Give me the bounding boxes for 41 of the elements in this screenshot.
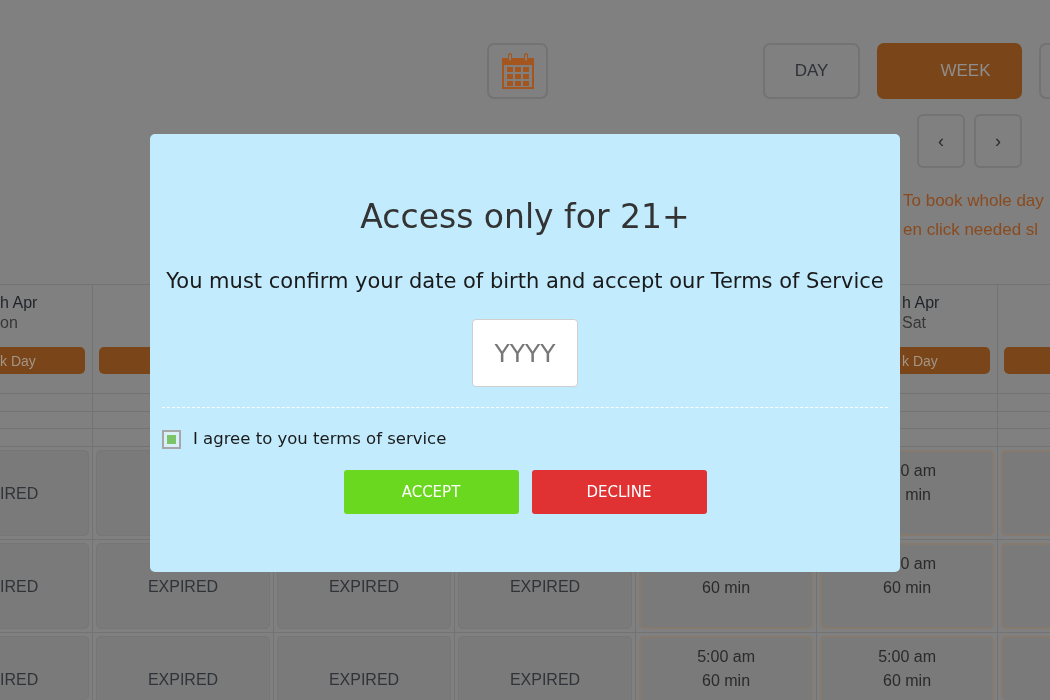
- slot-status: EXPIRED: [509, 670, 581, 689]
- slot-status: EXPIRED: [509, 577, 581, 596]
- day-weekday: Sat: [902, 313, 926, 333]
- slot-time: 5:00 am: [697, 647, 755, 667]
- year-input[interactable]: YYYY: [472, 319, 578, 387]
- slot-status: EXPIRED: [328, 577, 400, 596]
- view-button[interactable]: DAY: [763, 43, 860, 99]
- slot-time: 0 am: [900, 461, 936, 481]
- view-button[interactable]: WEEK: [877, 43, 1022, 99]
- slot-cell[interactable]: 5:00 am 60 min: [820, 636, 994, 700]
- slot-time: 0 am: [900, 554, 936, 574]
- decline-button[interactable]: DECLINE: [531, 470, 707, 514]
- day-date: h Apr: [902, 293, 940, 312]
- slot-duration: 60 min: [702, 671, 751, 691]
- booking-hint: en click needed sl: [903, 219, 1039, 241]
- book-day-button[interactable]: [1004, 347, 1050, 374]
- slot-duration: 60 min: [883, 578, 932, 598]
- slot-status: IRED: [0, 670, 39, 689]
- accept-button[interactable]: ACCEPT: [343, 470, 519, 514]
- booking-hint: To book whole day: [903, 190, 1044, 212]
- calendar-button[interactable]: [487, 43, 548, 99]
- slot-status: EXPIRED: [147, 577, 219, 596]
- next-button[interactable]: ›: [974, 114, 1022, 168]
- slot-status: EXPIRED: [147, 670, 219, 689]
- slot-duration: 60 min: [702, 578, 751, 598]
- book-day-button[interactable]: k Day: [0, 347, 85, 374]
- calendar-icon: [501, 53, 534, 89]
- agree-label: I agree to you terms of service: [193, 429, 447, 449]
- previous-button[interactable]: ‹: [917, 114, 965, 168]
- agree-checkbox[interactable]: [162, 429, 181, 449]
- slot-status: IRED: [0, 484, 39, 503]
- dialog-title: Access only for 21+: [360, 197, 690, 237]
- dialog-message: You must confirm your date of birth and accept our Terms of Service: [166, 268, 884, 295]
- slot-duration: min: [905, 485, 931, 505]
- slot-duration: 60 min: [883, 671, 932, 691]
- day-weekday: on: [0, 313, 18, 333]
- slot-status: EXPIRED: [328, 670, 400, 689]
- slot-cell[interactable]: 5:00 am 60 min: [639, 636, 813, 700]
- slot-time: 5:00 am: [878, 647, 936, 667]
- slot-status: IRED: [0, 577, 39, 596]
- day-date: h Apr: [0, 293, 38, 312]
